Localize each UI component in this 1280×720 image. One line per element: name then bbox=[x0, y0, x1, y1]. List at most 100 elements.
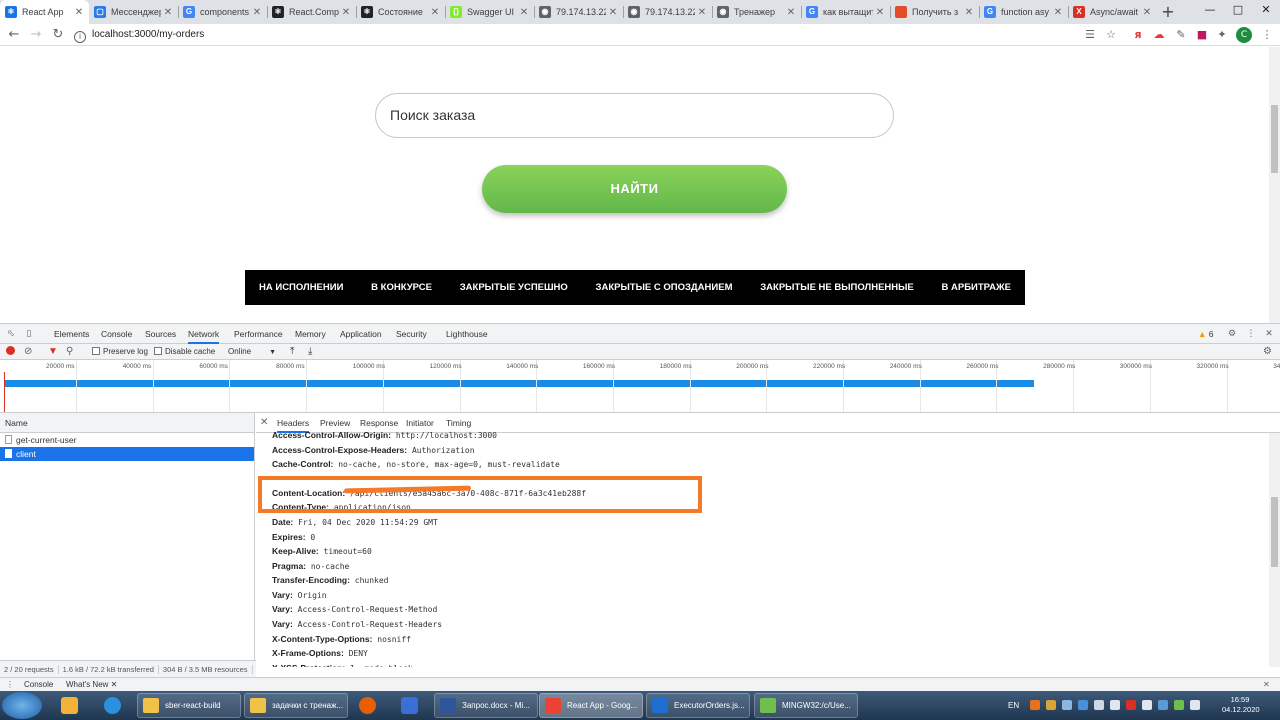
tab-close-icon[interactable]: ✕ bbox=[964, 7, 974, 18]
devtools-more-icon[interactable]: ⋮ bbox=[1245, 328, 1257, 340]
taskbar-app[interactable]: sber-react-build bbox=[137, 693, 241, 718]
tray-app-icon[interactable] bbox=[1062, 700, 1072, 710]
nav-in-progress[interactable]: НА ИСПОЛНЕНИИ bbox=[259, 282, 343, 293]
browser-tab[interactable]: Gcomponents ✕ bbox=[178, 0, 267, 24]
tab-close-icon[interactable]: ✕ bbox=[341, 7, 351, 18]
taskbar-clock[interactable]: 16:59 04.12.2020 bbox=[1222, 695, 1260, 715]
devtools-tab-console[interactable]: Console bbox=[101, 324, 132, 344]
export-har-icon[interactable]: ⤓ bbox=[308, 344, 312, 360]
new-tab-icon[interactable]: + bbox=[1157, 0, 1179, 24]
nav-closed-late[interactable]: ЗАКРЫТЫЕ С ОПОЗДАНИЕМ bbox=[596, 282, 733, 293]
nav-closed-successfully[interactable]: ЗАКРЫТЫЕ УСПЕШНО bbox=[460, 282, 568, 293]
language-indicator[interactable]: EN bbox=[1008, 691, 1019, 720]
taskbar-app[interactable]: задачки с тренаж... bbox=[244, 693, 348, 718]
drawer-menu-icon[interactable]: ⋮ bbox=[6, 678, 14, 691]
devtools-close-icon[interactable]: ✕ bbox=[1263, 328, 1275, 340]
pen-extension-icon[interactable]: ✎ bbox=[1174, 28, 1188, 42]
cloud-extension-icon[interactable]: ☁ bbox=[1152, 28, 1166, 42]
search-icon[interactable]: ⚲ bbox=[66, 344, 73, 360]
window-close-icon[interactable]: ✕ bbox=[1252, 0, 1280, 20]
tab-close-icon[interactable]: ✕ bbox=[252, 7, 262, 18]
browser-tab[interactable]: ▢ Мессенджер ✕ bbox=[89, 0, 178, 24]
tray-app-icon[interactable] bbox=[1078, 700, 1088, 710]
tab-close-icon[interactable]: ✕ bbox=[697, 7, 707, 18]
find-button[interactable]: НАЙТИ bbox=[482, 165, 787, 213]
page-scrollbar-thumb[interactable] bbox=[1271, 105, 1278, 173]
device-toolbar-icon[interactable]: ▯ bbox=[23, 328, 35, 340]
clear-icon[interactable]: ⊘ bbox=[24, 344, 32, 360]
pinned-app-icon[interactable] bbox=[54, 694, 84, 717]
throttling-select[interactable]: Online ▼ bbox=[228, 344, 276, 360]
close-detail-icon[interactable]: ✕ bbox=[260, 413, 268, 433]
taskbar-app[interactable]: ExecutorOrders.js... bbox=[646, 693, 750, 718]
pinned-app-icon-2[interactable] bbox=[394, 694, 424, 717]
browser-tab[interactable]: X Async/await ✕ bbox=[1068, 0, 1157, 24]
network-icon[interactable] bbox=[1142, 700, 1152, 710]
tab-close-icon[interactable]: ✕ bbox=[608, 7, 618, 18]
drawer-close-icon[interactable]: ✕ bbox=[1263, 678, 1270, 691]
inspect-element-icon[interactable]: ⬁ bbox=[5, 328, 17, 340]
request-row-selected[interactable]: client bbox=[0, 447, 254, 461]
tray-app-icon[interactable] bbox=[1094, 700, 1104, 710]
network-overview-timeline[interactable]: 20000 ms 40000 ms 60000 ms 80000 ms 100000 m… bbox=[0, 360, 1280, 413]
internet-explorer-icon[interactable] bbox=[97, 694, 127, 717]
devtools-tab-lighthouse[interactable]: Lighthouse bbox=[446, 324, 488, 344]
detail-scrollbar[interactable] bbox=[1269, 433, 1280, 667]
devtools-tab-elements[interactable]: Elements bbox=[54, 324, 89, 344]
tab-close-icon[interactable]: ✕ bbox=[74, 7, 84, 18]
taskbar-app[interactable]: MINGW32:/c/Use... bbox=[754, 693, 858, 718]
profile-avatar[interactable]: C bbox=[1236, 27, 1252, 43]
order-search-input[interactable]: Поиск заказа bbox=[375, 93, 894, 138]
bookmark-star-icon[interactable]: ☆ bbox=[1104, 28, 1118, 42]
devtools-tab-security[interactable]: Security bbox=[396, 324, 427, 344]
taskbar-app[interactable]: Запрос.docx - Mi... bbox=[434, 693, 538, 718]
tray-app-icon[interactable] bbox=[1158, 700, 1168, 710]
drawer-tab-console[interactable]: Console bbox=[24, 678, 53, 691]
devtools-tab-memory[interactable]: Memory bbox=[295, 324, 326, 344]
detail-scrollbar-thumb[interactable] bbox=[1271, 497, 1278, 567]
warnings-badge[interactable]: ▲ 6 bbox=[1198, 324, 1214, 344]
page-scrollbar[interactable] bbox=[1269, 47, 1280, 323]
minimize-icon[interactable]: — bbox=[1196, 0, 1224, 20]
browser-tab[interactable]: Gкак вытащить✕ bbox=[801, 0, 890, 24]
browser-tab[interactable]: ⚛ React App ✕ bbox=[0, 0, 89, 24]
back-arrow-icon[interactable]: ← bbox=[6, 27, 22, 43]
extensions-puzzle-icon[interactable]: ✦ bbox=[1215, 28, 1229, 42]
browser-tab[interactable]: ◉ 79.174.13.22 ✕ bbox=[623, 0, 712, 24]
browser-tab[interactable]: Получить з ✕ bbox=[890, 0, 979, 24]
tab-close-icon[interactable]: ✕ bbox=[875, 7, 885, 18]
taskbar-app[interactable]: React App - Goog... bbox=[539, 693, 643, 718]
nav-in-arbitration[interactable]: В АРБИТРАЖЕ bbox=[942, 282, 1011, 293]
tray-app-icon[interactable] bbox=[1046, 700, 1056, 710]
start-button[interactable] bbox=[2, 692, 42, 719]
firefox-icon[interactable] bbox=[352, 694, 382, 717]
browser-tab[interactable]: ⚛ React.Comp ✕ bbox=[267, 0, 356, 24]
address-bar[interactable]: i localhost:3000/my-orders bbox=[74, 27, 1104, 43]
tab-close-icon[interactable]: ✕ bbox=[430, 7, 440, 18]
network-settings-gear-icon[interactable]: ⚙ bbox=[1263, 344, 1272, 360]
translate-icon[interactable]: ☰ bbox=[1083, 28, 1097, 42]
browser-tab[interactable]: ◉ Тренажер ✕ bbox=[712, 0, 801, 24]
devtools-tab-sources[interactable]: Sources bbox=[145, 324, 176, 344]
devtools-tab-application[interactable]: Application bbox=[340, 324, 382, 344]
devtools-tab-performance[interactable]: Performance bbox=[234, 324, 283, 344]
reload-icon[interactable]: ↻ bbox=[50, 27, 66, 43]
record-icon[interactable] bbox=[6, 344, 15, 360]
browser-tab[interactable]: {} Swagger UI ✕ bbox=[445, 0, 534, 24]
volume-icon[interactable] bbox=[1110, 700, 1120, 710]
tray-app-icon[interactable] bbox=[1126, 700, 1136, 710]
import-har-icon[interactable]: ⤒ bbox=[290, 344, 294, 360]
browser-menu-icon[interactable]: ⋮ bbox=[1260, 28, 1274, 42]
tab-close-icon[interactable]: ✕ bbox=[519, 7, 529, 18]
tray-app-icon[interactable] bbox=[1030, 700, 1040, 710]
site-info-icon[interactable]: i bbox=[74, 31, 86, 43]
request-row[interactable]: get-current-user bbox=[0, 433, 254, 447]
nav-in-tender[interactable]: В КОНКУРСЕ bbox=[371, 282, 432, 293]
tab-close-icon[interactable]: ✕ bbox=[1053, 7, 1063, 18]
tray-app-icon[interactable] bbox=[1190, 700, 1200, 710]
browser-tab[interactable]: Gfunction asy ✕ bbox=[979, 0, 1068, 24]
devtools-settings-gear-icon[interactable]: ⚙ bbox=[1226, 328, 1238, 340]
browser-tab[interactable]: ⚛ Состояние ✕ bbox=[356, 0, 445, 24]
devtools-tab-network[interactable]: Network bbox=[188, 324, 220, 344]
close-icon[interactable]: ✕ bbox=[111, 680, 118, 689]
